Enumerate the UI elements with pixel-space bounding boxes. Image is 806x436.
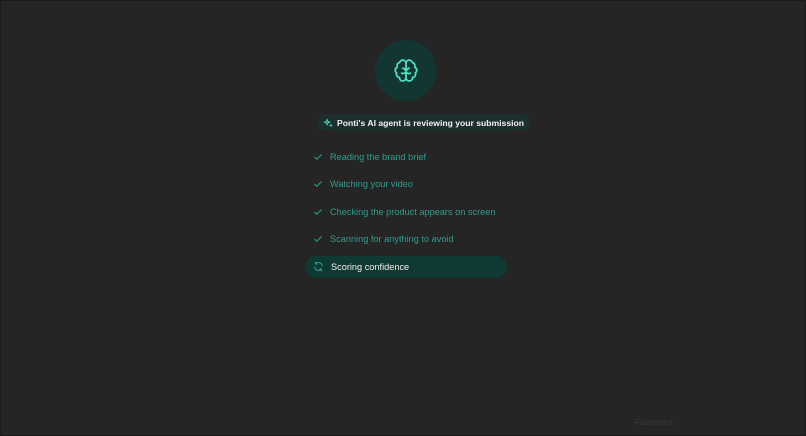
- sparkle-icon: [323, 118, 333, 127]
- check-icon: [313, 234, 323, 244]
- progress-steps: Reading the brand brief Watching your vi…: [305, 146, 507, 283]
- step-item: Scanning for anything to avoid: [305, 228, 507, 250]
- spinner-icon: [313, 261, 324, 272]
- step-item: Checking the product appears on screen: [305, 201, 507, 223]
- step-label: Reading the brand brief: [330, 152, 427, 162]
- step-item: Reading the brand brief: [305, 146, 507, 168]
- check-icon: [313, 207, 323, 217]
- brain-badge: [375, 40, 436, 101]
- status-text: Ponti's AI agent is reviewing your submi…: [337, 117, 525, 128]
- check-icon: [313, 179, 323, 189]
- step-label: Scoring confidence: [331, 261, 410, 272]
- watermark: Flameshot: [635, 418, 673, 427]
- step-label: Scanning for anything to avoid: [330, 234, 454, 245]
- step-label: Watching your video: [330, 179, 413, 190]
- status-badge: Ponti's AI agent is reviewing your submi…: [317, 114, 531, 131]
- step-label: Checking the product appears on screen: [330, 206, 496, 217]
- brain-icon: [393, 58, 418, 82]
- check-icon: [313, 152, 323, 162]
- step-item-active: Scoring confidence: [305, 255, 507, 278]
- step-item: Watching your video: [305, 173, 507, 195]
